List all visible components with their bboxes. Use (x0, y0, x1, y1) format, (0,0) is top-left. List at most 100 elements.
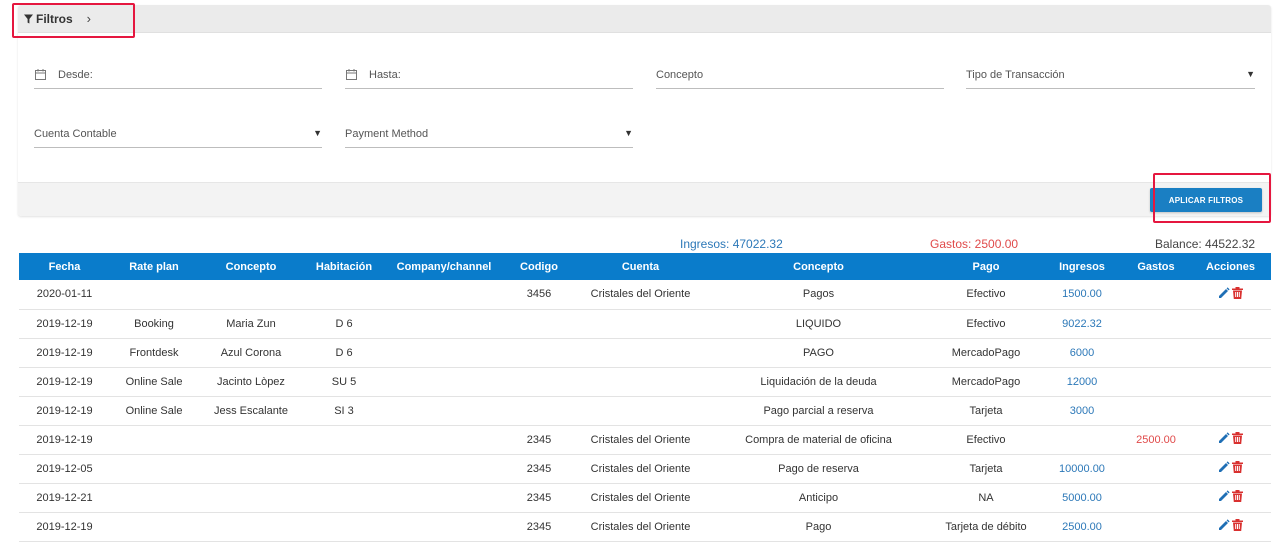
cell-rate-plan: Frontdesk (110, 338, 198, 368)
cell-rate-plan (110, 425, 198, 455)
cell-gastos (1122, 280, 1190, 310)
cell-gastos (1122, 367, 1190, 397)
cell-habitacion: SU 5 (304, 367, 384, 397)
column-header[interactable]: Concepto (198, 253, 304, 280)
table-row: 2019-12-19 Booking Maria Zun D 6 LIQUIDO Efec… (19, 309, 1271, 339)
column-header[interactable]: Rate plan (110, 253, 198, 280)
cell-concepto: Liquidación de la deuda (707, 367, 930, 397)
hasta-date-field[interactable]: Hasta: (345, 61, 633, 89)
cell-acciones (1190, 396, 1271, 426)
table-row: 2020-01-11 3456 Cristales del Oriente Pagos… (19, 280, 1271, 310)
total-ingresos: Ingresos: 47022.32 (680, 237, 783, 251)
concepto-input[interactable]: Concepto (656, 61, 944, 89)
cell-codigo (504, 338, 574, 368)
cell-concepto: Compra de material de oficina (707, 425, 930, 455)
cell-concepto: Jacinto Lòpez (198, 367, 304, 397)
cell-habitacion (304, 425, 384, 455)
transactions-table: Fecha Rate plan Concepto Habitación Comp… (19, 253, 1271, 542)
cell-ingresos: 3000 (1042, 396, 1122, 426)
cell-codigo: 3456 (504, 280, 574, 310)
cell-fecha: 2019-12-19 (19, 425, 110, 455)
cell-concepto: Pago (707, 512, 930, 542)
dropdown-arrow-icon: ▼ (313, 128, 322, 138)
cell-rate-plan (110, 512, 198, 542)
cell-habitacion (304, 483, 384, 513)
column-header[interactable]: Pago (930, 253, 1042, 280)
cell-gastos (1122, 338, 1190, 368)
cell-codigo: 2345 (504, 425, 574, 455)
edit-pencil-icon[interactable] (1218, 519, 1230, 534)
cell-fecha: 2019-12-05 (19, 454, 110, 484)
cell-pago: Efectivo (930, 309, 1042, 339)
filters-panel: Filtros › Desde: Hasta: Concepto Tipo de… (18, 5, 1271, 216)
cell-rate-plan (110, 483, 198, 513)
payment-method-select[interactable]: Payment Method ▼ (345, 120, 633, 148)
cell-company (384, 338, 504, 368)
edit-pencil-icon[interactable] (1218, 461, 1230, 476)
cell-pago: Tarjeta (930, 396, 1042, 426)
column-header[interactable]: Ingresos (1042, 253, 1122, 280)
filters-toggle[interactable]: Filtros › (24, 11, 91, 26)
cell-cuenta (574, 396, 707, 426)
delete-trash-icon[interactable] (1232, 490, 1243, 505)
cell-ingresos: 1500.00 (1042, 280, 1122, 310)
cell-habitacion (304, 454, 384, 484)
column-header[interactable]: Fecha (19, 253, 110, 280)
cell-pago: Efectivo (930, 425, 1042, 455)
dropdown-arrow-icon: ▼ (624, 128, 633, 138)
dropdown-arrow-icon: ▼ (1246, 69, 1255, 79)
cell-concepto (198, 483, 304, 513)
column-header[interactable]: Habitación (304, 253, 384, 280)
cell-gastos (1122, 483, 1190, 513)
total-balance: Balance: 44522.32 (1155, 237, 1256, 251)
cell-cuenta: Cristales del Oriente (574, 483, 707, 513)
cell-fecha: 2019-12-19 (19, 512, 110, 542)
cell-codigo (504, 396, 574, 426)
delete-trash-icon[interactable] (1232, 461, 1243, 476)
cell-concepto (198, 280, 304, 310)
concepto-placeholder: Concepto (656, 68, 704, 81)
cell-acciones (1190, 309, 1271, 339)
cell-gastos (1122, 454, 1190, 484)
delete-trash-icon[interactable] (1232, 286, 1243, 302)
column-header[interactable]: Gastos (1122, 253, 1190, 280)
cell-fecha: 2019-12-19 (19, 396, 110, 426)
table-row: 2019-12-19 2345 Cristales del Oriente Compr… (19, 425, 1271, 455)
cell-pago: MercadoPago (930, 367, 1042, 397)
cell-gastos: 2500.00 (1122, 425, 1190, 455)
delete-trash-icon[interactable] (1232, 519, 1243, 534)
cell-concepto: PAGO (707, 338, 930, 368)
tipo-transaccion-select[interactable]: Tipo de Transacción ▼ (966, 61, 1255, 89)
apply-filters-button[interactable]: APLICAR FILTROS (1150, 188, 1262, 212)
column-header[interactable]: Company/channel (384, 253, 504, 280)
delete-trash-icon[interactable] (1232, 432, 1243, 447)
cell-concepto: Pago parcial a reserva (707, 396, 930, 426)
column-header[interactable]: Codigo (504, 253, 574, 280)
edit-pencil-icon[interactable] (1218, 287, 1230, 302)
cell-cuenta: Cristales del Oriente (574, 512, 707, 542)
cell-concepto: Pagos (707, 280, 930, 310)
table-row: 2019-12-19 2345 Cristales del Oriente Pago T… (19, 512, 1271, 542)
cell-ingresos: 12000 (1042, 367, 1122, 397)
cell-ingresos: 9022.32 (1042, 309, 1122, 339)
edit-pencil-icon[interactable] (1218, 432, 1230, 447)
cell-concepto (198, 454, 304, 484)
desde-date-field[interactable]: Desde: (34, 61, 322, 89)
edit-pencil-icon[interactable] (1218, 490, 1230, 505)
hasta-label: Hasta: (369, 68, 401, 81)
cell-acciones (1190, 483, 1271, 513)
cell-company (384, 512, 504, 542)
cell-habitacion: D 6 (304, 309, 384, 339)
cell-rate-plan (110, 280, 198, 310)
cell-codigo (504, 367, 574, 397)
table-row: 2019-12-19 Frontdesk Azul Corona D 6 PAGO Mer… (19, 338, 1271, 368)
cell-codigo (504, 309, 574, 339)
column-header[interactable]: Concepto (707, 253, 930, 280)
cell-codigo: 2345 (504, 454, 574, 484)
cell-concepto: Pago de reserva (707, 454, 930, 484)
cell-codigo: 2345 (504, 512, 574, 542)
column-header[interactable]: Cuenta (574, 253, 707, 280)
cuenta-contable-select[interactable]: Cuenta Contable ▼ (34, 120, 322, 148)
cell-concepto: Jess Escalante (198, 396, 304, 426)
desde-label: Desde: (58, 68, 93, 81)
